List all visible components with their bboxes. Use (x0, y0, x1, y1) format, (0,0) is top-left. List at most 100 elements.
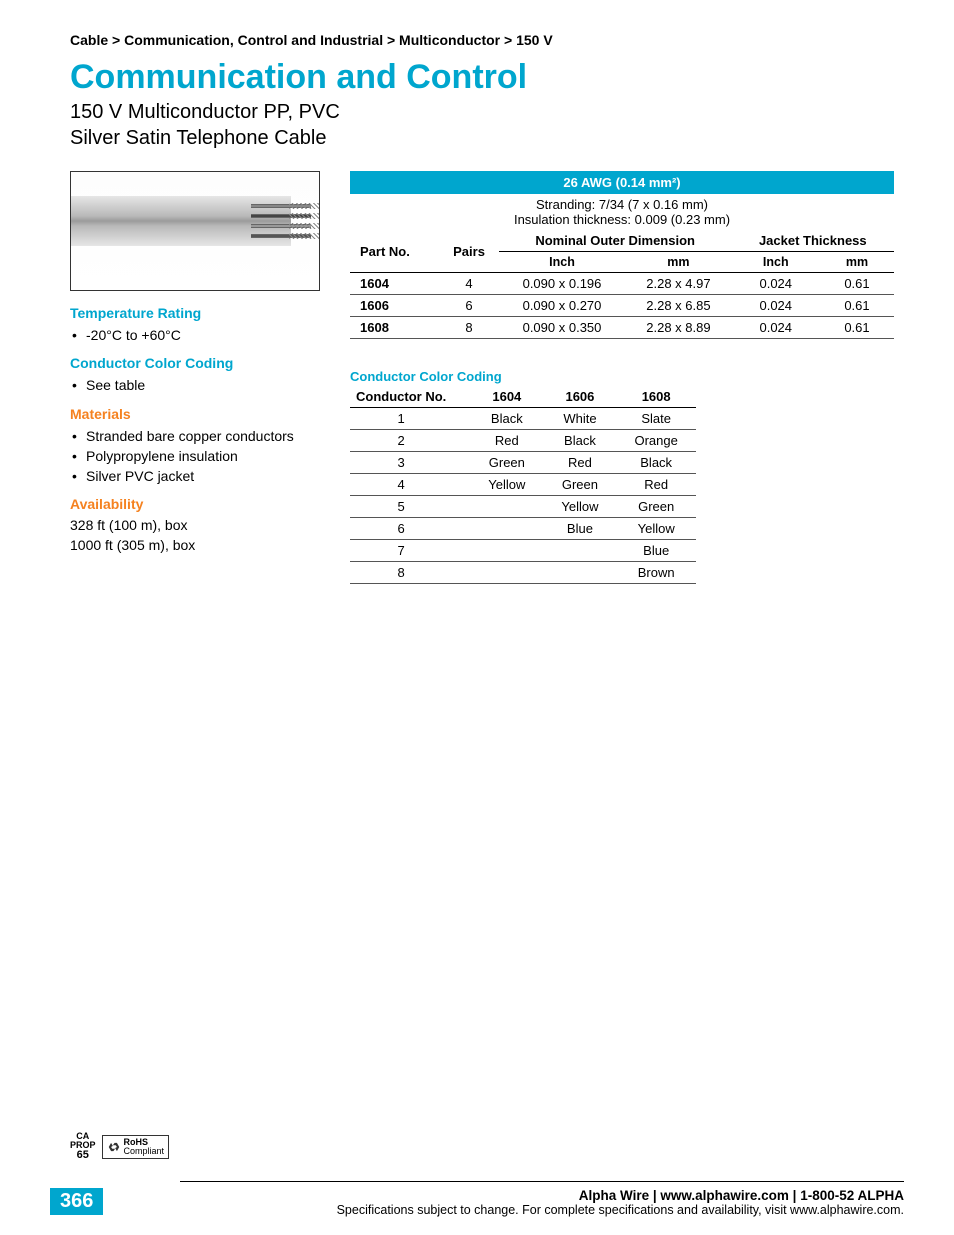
material-item: Stranded bare copper conductors (72, 426, 330, 446)
cc-cell: Black (470, 408, 543, 430)
cell-part: 1606 (350, 295, 439, 317)
breadcrumb: Cable > Communication, Control and Indus… (70, 32, 894, 48)
cc-head: 1608 (616, 386, 695, 408)
left-column: Temperature Rating -20°C to +60°C Conduc… (70, 171, 330, 584)
cell-jt-in: 0.024 (732, 317, 820, 339)
table-row: 6 BlueYellow (350, 518, 696, 540)
temp-item: -20°C to +60°C (72, 325, 330, 345)
spec-title: 26 AWG (0.14 mm²) (350, 171, 894, 194)
section-head-availability: Availability (70, 496, 330, 512)
cell-nod-in: 0.090 x 0.196 (499, 273, 626, 295)
cc-cell: 3 (350, 452, 470, 474)
table-row: 7 Blue (350, 540, 696, 562)
cable-illustration (70, 171, 320, 291)
cc-cell: Orange (616, 430, 695, 452)
rohs-l2: Compliant (124, 1147, 165, 1156)
page-footer: CA PROP 65 RoHS Compliant 366 Alpha Wire… (0, 1132, 954, 1217)
cc-cell (470, 518, 543, 540)
cc-cell (470, 562, 543, 584)
col-mm: mm (625, 252, 731, 273)
page-number: 366 (50, 1188, 103, 1215)
cc-cell: 6 (350, 518, 470, 540)
cell-pairs: 8 (439, 317, 498, 339)
cell-part: 1604 (350, 273, 439, 295)
col-nod: Nominal Outer Dimension (499, 230, 732, 252)
cc-cell: Red (543, 452, 616, 474)
recycle-icon (107, 1140, 121, 1154)
col-inch: Inch (499, 252, 626, 273)
col-pairs: Pairs (439, 230, 498, 273)
cc-cell: White (543, 408, 616, 430)
color-coding-title: Conductor Color Coding (350, 369, 894, 384)
availability-line: 1000 ft (305 m), box (70, 536, 330, 556)
cc-cell: 7 (350, 540, 470, 562)
cc-cell: Black (543, 430, 616, 452)
cc-cell: Blue (543, 518, 616, 540)
cc-cell: Yellow (470, 474, 543, 496)
page-title: Communication and Control (70, 58, 894, 97)
cc-cell: 5 (350, 496, 470, 518)
section-head-color-coding: Conductor Color Coding (70, 355, 330, 371)
cc-cell: 2 (350, 430, 470, 452)
cc-cell: Red (616, 474, 695, 496)
table-row: 5 YellowGreen (350, 496, 696, 518)
cc-cell (470, 496, 543, 518)
cc-cell: 8 (350, 562, 470, 584)
table-row: 8 Brown (350, 562, 696, 584)
cc-cell (543, 562, 616, 584)
ccc-item: See table (72, 375, 330, 395)
cell-jt-mm: 0.61 (820, 317, 894, 339)
table-row: 1608 8 0.090 x 0.350 2.28 x 8.89 0.024 0… (350, 317, 894, 339)
cc-cell: Slate (616, 408, 695, 430)
cc-cell: Brown (616, 562, 695, 584)
subtitle-line-1: 150 V Multiconductor PP, PVC (70, 101, 340, 123)
col-jt: Jacket Thickness (732, 230, 894, 252)
cc-head: 1604 (470, 386, 543, 408)
ca-prop65-badge: CA PROP 65 (70, 1132, 96, 1161)
cell-jt-in: 0.024 (732, 295, 820, 317)
cc-cell: Yellow (616, 518, 695, 540)
table-row: 1BlackWhiteSlate (350, 408, 696, 430)
cc-cell: 1 (350, 408, 470, 430)
material-item: Polypropylene insulation (72, 446, 330, 466)
spec-table: 26 AWG (0.14 mm²) Stranding: 7/34 (7 x 0… (350, 171, 894, 339)
cc-cell: Red (470, 430, 543, 452)
cell-nod-in: 0.090 x 0.350 (499, 317, 626, 339)
col-partno: Part No. (350, 230, 439, 273)
cc-cell (470, 540, 543, 562)
cc-cell: Yellow (543, 496, 616, 518)
ca-bot: 65 (70, 1150, 96, 1161)
cc-head: 1606 (543, 386, 616, 408)
cc-head: Conductor No. (350, 386, 470, 408)
subtitle-line-2: Silver Satin Telephone Cable (70, 127, 326, 149)
table-row: 3GreenRedBlack (350, 452, 696, 474)
section-head-materials: Materials (70, 406, 330, 422)
color-coding-table: Conductor No. 1604 1606 1608 1BlackWhite… (350, 386, 696, 584)
material-item: Silver PVC jacket (72, 466, 330, 486)
col-mm: mm (820, 252, 894, 273)
cell-jt-in: 0.024 (732, 273, 820, 295)
cell-nod-in: 0.090 x 0.270 (499, 295, 626, 317)
cell-jt-mm: 0.61 (820, 295, 894, 317)
table-row: 2RedBlackOrange (350, 430, 696, 452)
col-inch: Inch (732, 252, 820, 273)
cc-cell: Blue (616, 540, 695, 562)
cell-nod-mm: 2.28 x 6.85 (625, 295, 731, 317)
table-row: 1604 4 0.090 x 0.196 2.28 x 4.97 0.024 0… (350, 273, 894, 295)
right-column: 26 AWG (0.14 mm²) Stranding: 7/34 (7 x 0… (350, 171, 894, 584)
cc-cell: Black (616, 452, 695, 474)
spec-sub-1: Stranding: 7/34 (7 x 0.16 mm) (536, 197, 708, 212)
rohs-badge: RoHS Compliant (102, 1135, 170, 1159)
table-row: 1606 6 0.090 x 0.270 2.28 x 6.85 0.024 0… (350, 295, 894, 317)
cell-part: 1608 (350, 317, 439, 339)
spec-sub-2: Insulation thickness: 0.009 (0.23 mm) (514, 212, 730, 227)
section-head-temp: Temperature Rating (70, 305, 330, 321)
table-row: 4YellowGreenRed (350, 474, 696, 496)
cell-jt-mm: 0.61 (820, 273, 894, 295)
cc-cell: Green (616, 496, 695, 518)
cc-cell: 4 (350, 474, 470, 496)
cc-cell (543, 540, 616, 562)
footer-contact: Alpha Wire | www.alphawire.com | 1-800-5… (123, 1188, 904, 1203)
cc-cell: Green (543, 474, 616, 496)
availability-line: 328 ft (100 m), box (70, 516, 330, 536)
